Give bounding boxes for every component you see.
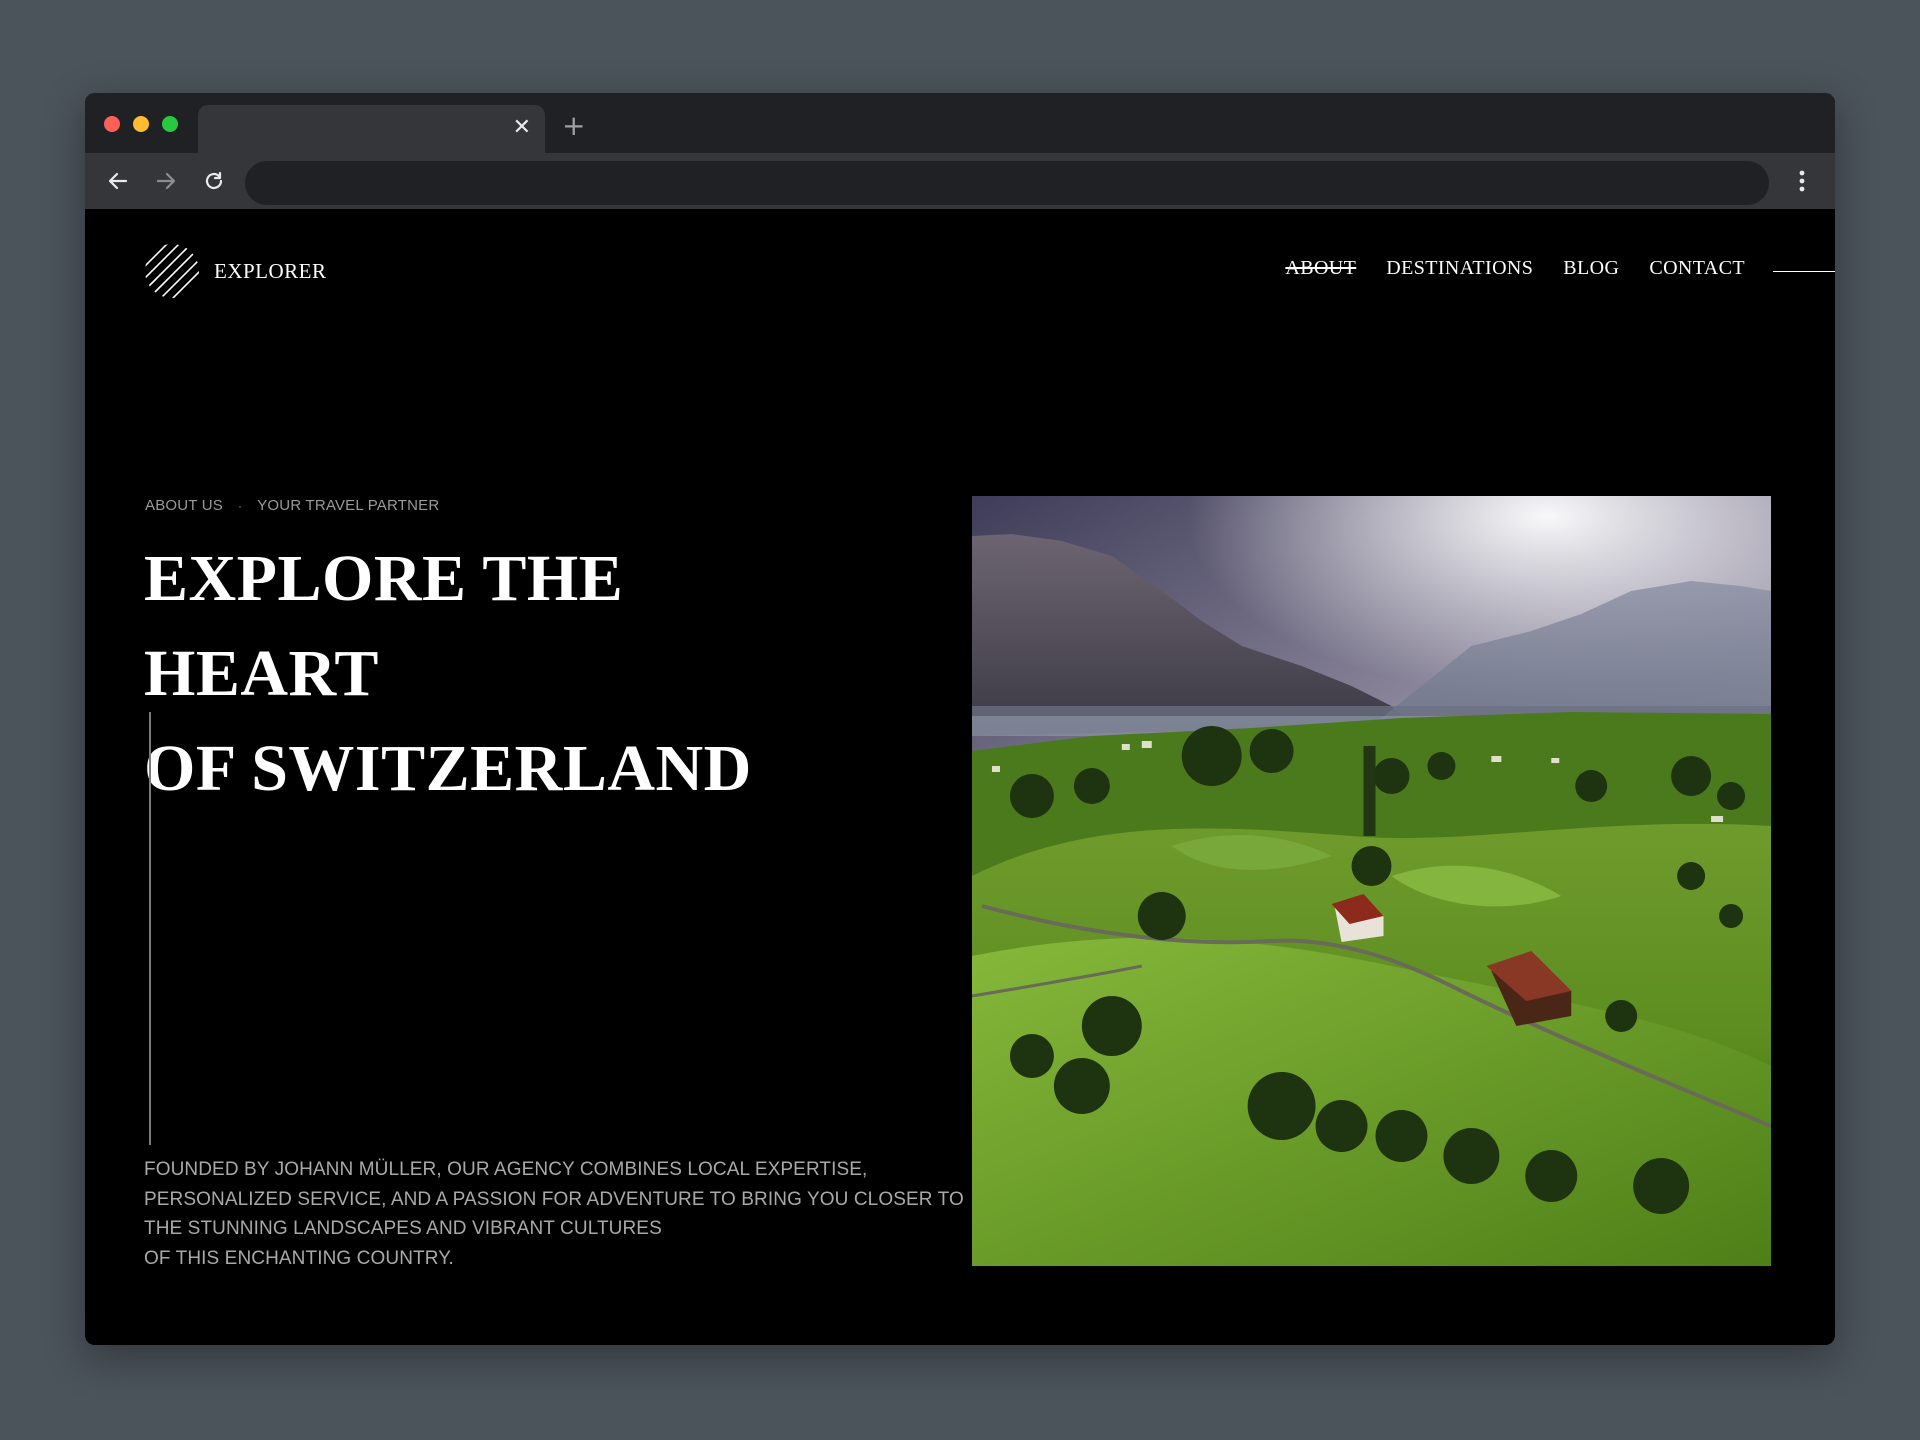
- eyebrow-separator: ·: [238, 498, 243, 513]
- striped-circle-logo-icon: [145, 244, 199, 298]
- about-line-4: OF THIS ENCHANTING COUNTRY.: [144, 1247, 454, 1269]
- nav-link-about[interactable]: ABOUT: [1285, 257, 1356, 280]
- close-window-button[interactable]: [104, 116, 120, 132]
- vertical-divider: [149, 712, 151, 1145]
- hero-heading-line-2: OF SWITZERLAND: [144, 732, 752, 805]
- forward-icon[interactable]: [151, 166, 181, 196]
- brand-name: EXPLORER: [214, 258, 327, 283]
- hero-heading: EXPLORE THE HEART OF SWITZERLAND: [144, 531, 844, 816]
- browser-tab[interactable]: ✕: [198, 105, 545, 153]
- kebab-menu-icon[interactable]: [1787, 166, 1817, 196]
- new-tab-icon[interactable]: +: [562, 111, 585, 141]
- browser-window: ✕ + EXPLORER ABOUT DESTINATIONS BLOG CON…: [85, 93, 1835, 1345]
- about-line-1: FOUNDED BY JOHANN MÜLLER, OUR AGENCY COM…: [144, 1159, 868, 1180]
- nav-link-destinations[interactable]: DESTINATIONS: [1386, 257, 1533, 280]
- close-tab-icon[interactable]: ✕: [513, 115, 531, 141]
- tab-bar: ✕ +: [85, 93, 1835, 153]
- nav-link-contact[interactable]: CONTACT: [1649, 257, 1745, 280]
- hero-heading-line-1: EXPLORE THE HEART: [144, 542, 624, 710]
- about-paragraph: FOUNDED BY JOHANN MÜLLER, OUR AGENCY COM…: [144, 1155, 964, 1273]
- main-nav: ABOUT DESTINATIONS BLOG CONTACT: [1285, 257, 1745, 280]
- eyebrow-about-us: ABOUT US: [145, 497, 224, 514]
- eyebrow-travel-partner: YOUR TRAVEL PARTNER: [257, 497, 440, 514]
- section-eyebrow: ABOUT US · YOUR TRAVEL PARTNER: [145, 497, 439, 514]
- maximize-window-button[interactable]: [162, 116, 178, 132]
- about-line-3: THE STUNNING LANDSCAPES AND VIBRANT CULT…: [144, 1218, 662, 1239]
- minimize-window-button[interactable]: [133, 116, 149, 132]
- address-bar[interactable]: [245, 161, 1769, 205]
- nav-link-blog[interactable]: BLOG: [1563, 257, 1619, 280]
- page-viewport: EXPLORER ABOUT DESTINATIONS BLOG CONTACT…: [85, 209, 1835, 1345]
- nav-decorative-line: [1773, 271, 1835, 272]
- back-icon[interactable]: [103, 166, 133, 196]
- about-line-2: PERSONALIZED SERVICE, AND A PASSION FOR …: [144, 1188, 964, 1210]
- browser-toolbar: [85, 153, 1835, 209]
- landscape-photo: [972, 496, 1771, 1266]
- reload-icon[interactable]: [199, 166, 229, 196]
- brand-logo[interactable]: EXPLORER: [144, 243, 327, 299]
